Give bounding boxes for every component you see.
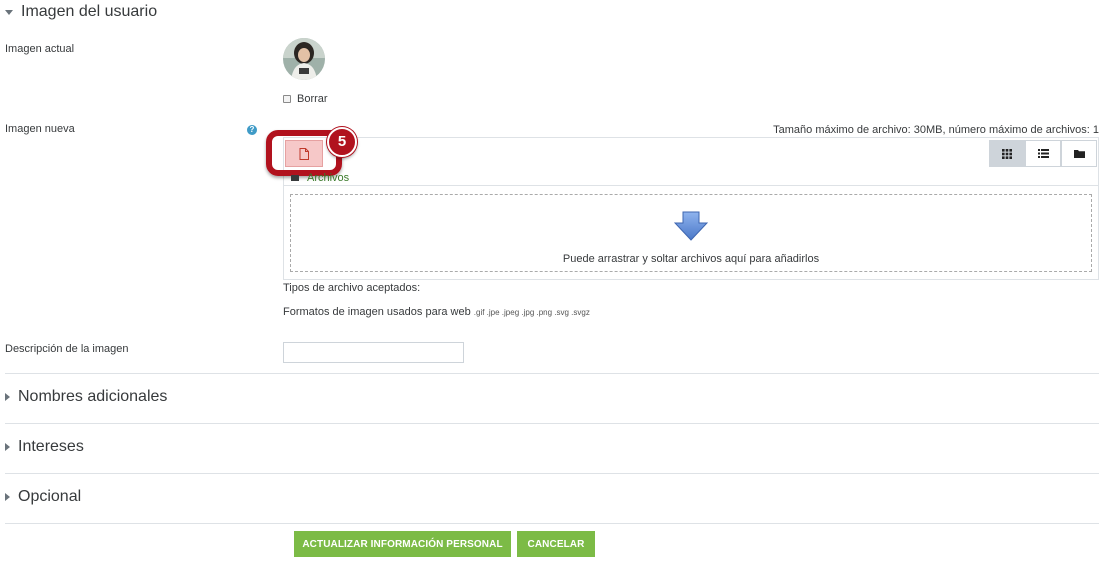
caret-right-icon — [5, 493, 10, 501]
step-number-badge: 5 — [327, 127, 357, 157]
view-mode-group — [989, 140, 1097, 167]
accepted-formats: Formatos de imagen usados para web .gif … — [283, 306, 590, 318]
caret-right-icon — [5, 393, 10, 401]
section-toggle-optional[interactable]: Opcional — [5, 488, 81, 506]
files-folder-label[interactable]: Archivos — [291, 172, 349, 184]
files-label: Archivos — [307, 172, 350, 184]
filepicker-divider — [283, 185, 1099, 186]
update-profile-button[interactable]: ACTUALIZAR INFORMACIÓN PERSONAL — [294, 531, 511, 557]
new-image-label: Imagen nueva — [5, 123, 75, 135]
delete-label: Borrar — [297, 93, 328, 105]
delete-checkbox[interactable] — [283, 95, 291, 103]
caret-down-icon — [5, 9, 13, 15]
caret-right-icon — [5, 443, 10, 451]
delete-image-option[interactable]: Borrar — [283, 93, 328, 105]
image-description-input[interactable] — [283, 342, 464, 363]
help-icon[interactable]: ? — [247, 125, 257, 135]
section-title-user-image: Imagen del usuario — [21, 3, 158, 20]
divider — [5, 373, 1099, 374]
tree-view-button[interactable] — [1061, 140, 1097, 167]
dropzone-text: Puede arrastrar y soltar archivos aquí p… — [562, 253, 820, 265]
divider — [5, 423, 1099, 424]
section-toggle-user-image[interactable]: Imagen del usuario — [5, 3, 157, 21]
section-title-additional-names: Nombres adicionales — [18, 388, 168, 405]
current-image-label: Imagen actual — [5, 43, 75, 55]
section-title-optional: Opcional — [18, 488, 82, 505]
list-view-button[interactable] — [1025, 140, 1061, 167]
divider — [5, 473, 1099, 474]
section-title-interests: Intereses — [18, 438, 84, 455]
image-description-label: Descripción de la imagen — [5, 343, 129, 355]
avatar — [283, 38, 325, 80]
accepted-types-label: Tipos de archivo aceptados: — [283, 282, 421, 294]
folder-icon — [291, 175, 299, 181]
cancel-button[interactable]: CANCELAR — [517, 531, 595, 557]
section-toggle-interests[interactable]: Intereses — [5, 438, 84, 456]
grid-view-button[interactable] — [989, 140, 1025, 167]
download-arrow-icon — [673, 211, 709, 246]
formats-extensions: .gif .jpe .jpeg .jpg .png .svg .svgz — [473, 308, 590, 317]
section-toggle-additional-names[interactable]: Nombres adicionales — [5, 388, 167, 406]
grid-icon — [1002, 148, 1012, 159]
list-icon — [1037, 149, 1049, 158]
divider — [5, 523, 1099, 524]
max-size-text: Tamaño máximo de archivo: 30MB, número m… — [773, 124, 1099, 136]
folder-icon — [1073, 150, 1085, 158]
formats-label: Formatos de imagen usados para web — [283, 306, 471, 318]
